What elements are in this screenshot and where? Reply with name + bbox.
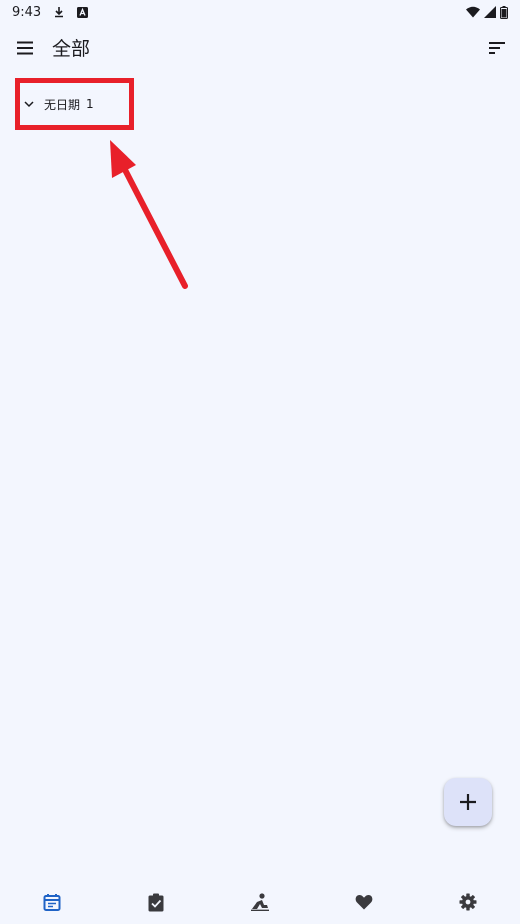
calendar-icon xyxy=(43,893,61,911)
sort-icon xyxy=(488,41,506,55)
status-right xyxy=(466,5,508,19)
notification-a-icon xyxy=(77,6,89,18)
nav-item-checklist[interactable] xyxy=(126,880,186,924)
group-count: 1 xyxy=(86,97,94,111)
wifi-icon xyxy=(466,6,480,18)
page-title: 全部 xyxy=(52,38,91,60)
checklist-icon xyxy=(147,893,165,912)
nav-item-settings[interactable] xyxy=(438,880,498,924)
chevron-down-icon xyxy=(22,97,36,111)
status-time: 9:43 xyxy=(12,4,42,20)
status-left: 9:43 xyxy=(12,4,89,20)
annotation-arrow xyxy=(100,130,200,300)
bottom-nav xyxy=(0,880,520,924)
download-icon xyxy=(53,6,65,18)
app-bar: 全部 xyxy=(0,24,520,72)
heart-icon xyxy=(355,894,373,910)
add-button[interactable] xyxy=(444,778,492,826)
habit-icon xyxy=(250,893,270,911)
hamburger-menu-icon xyxy=(16,41,34,55)
nav-item-calendar[interactable] xyxy=(22,880,82,924)
plus-icon xyxy=(459,793,477,811)
sort-button[interactable] xyxy=(480,30,514,66)
settings-icon xyxy=(459,893,477,911)
group-label: 无日期 xyxy=(44,97,81,112)
nav-item-habit[interactable] xyxy=(230,880,290,924)
battery-icon xyxy=(500,5,508,19)
status-bar: 9:43 xyxy=(0,0,520,24)
nav-item-favorites[interactable] xyxy=(334,880,394,924)
menu-button[interactable] xyxy=(8,30,42,66)
group-header-no-date[interactable]: 无日期 1 xyxy=(15,78,134,130)
signal-icon xyxy=(484,6,496,18)
